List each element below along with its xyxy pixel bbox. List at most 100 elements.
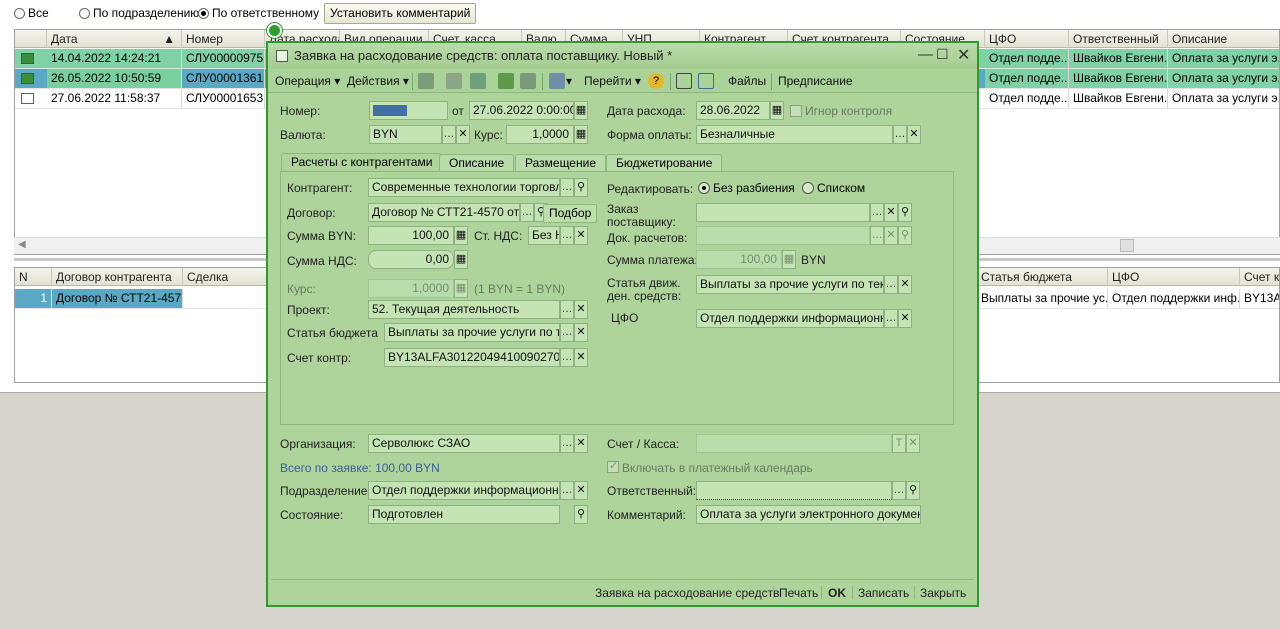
print-button[interactable]: Печать <box>779 586 818 600</box>
close-icon[interactable]: ✕ <box>957 45 970 65</box>
help-icon[interactable]: ? <box>648 73 664 89</box>
calendar-icon[interactable]: ▦ <box>770 101 784 120</box>
cfo-field[interactable]: Отдел поддержки информационных <box>696 309 884 328</box>
expense-date-field[interactable]: 28.06.2022 <box>696 101 770 120</box>
select-button[interactable]: … <box>870 203 884 222</box>
contract-field[interactable]: Договор № СТТ21-4570 от <box>368 203 520 222</box>
responsible-field[interactable] <box>696 481 892 500</box>
select-button[interactable]: … <box>884 275 898 294</box>
search-icon[interactable]: ⚲ <box>906 481 920 500</box>
select-button[interactable]: … <box>560 226 574 245</box>
search-icon[interactable]: ⚲ <box>898 203 912 222</box>
comment-field[interactable]: Оплата за услуги электронного документо <box>696 505 921 524</box>
filter-all-radio[interactable]: Все <box>14 6 49 20</box>
copy-icon[interactable] <box>470 73 486 89</box>
subdivision-field[interactable]: Отдел поддержки информационных <box>368 481 560 500</box>
col-date[interactable]: Дата ▲ <box>47 30 182 48</box>
rate-field[interactable]: 1,0000 <box>506 125 574 144</box>
select-button[interactable]: … <box>560 178 574 197</box>
prescription-button[interactable]: Предписание <box>778 74 853 88</box>
minimize-icon[interactable]: — <box>918 46 933 63</box>
post-doc-icon[interactable] <box>446 73 462 89</box>
filter-subdivision-radio[interactable]: По подразделению <box>79 6 199 20</box>
col-number[interactable]: Номер <box>182 30 265 48</box>
select-button[interactable]: … <box>560 323 574 342</box>
upload-icon[interactable] <box>498 73 514 89</box>
counterparty-field[interactable]: Современные технологии торговли <box>368 178 560 197</box>
col-cfo[interactable]: ЦФО <box>985 30 1069 48</box>
col-responsible[interactable]: Ответственный <box>1069 30 1168 48</box>
project-field[interactable]: 52. Текущая деятельность <box>368 300 560 319</box>
fill-dropdown-icon[interactable]: ▾ <box>566 74 572 88</box>
clear-icon[interactable]: ✕ <box>898 275 912 294</box>
calculator-icon[interactable]: ▦ <box>574 125 588 144</box>
currency-field[interactable]: BYN <box>369 125 442 144</box>
maximize-icon[interactable]: ☐ <box>936 46 949 63</box>
list-icon[interactable] <box>676 73 692 89</box>
select-button[interactable]: … <box>892 481 906 500</box>
include-calendar-checkbox[interactable]: ✓ <box>607 460 619 473</box>
request-print-button[interactable]: Заявка на расходование средств <box>595 586 779 600</box>
col-n[interactable]: N <box>15 268 52 286</box>
budget-item-field[interactable]: Выплаты за прочие услуги по тек <box>384 323 560 342</box>
save-doc-icon[interactable] <box>418 73 434 89</box>
clear-icon[interactable]: ✕ <box>574 348 588 367</box>
payment-form-field[interactable]: Безналичные <box>696 125 893 144</box>
calculator-icon[interactable]: ▦ <box>454 226 468 245</box>
clear-icon[interactable]: ✕ <box>574 300 588 319</box>
calculator-icon[interactable]: ▦ <box>454 250 468 269</box>
files-button[interactable]: Файлы <box>728 74 766 88</box>
select-button[interactable]: … <box>560 300 574 319</box>
select-button[interactable]: … <box>893 125 907 144</box>
col-budget-item[interactable]: Статья бюджета <box>977 268 1108 286</box>
col-cfo[interactable]: ЦФО <box>1108 268 1240 286</box>
scroll-left-icon[interactable]: ◀ <box>18 239 26 250</box>
search-icon[interactable]: ⚲ <box>574 505 588 524</box>
col-contract[interactable]: Договор контрагента <box>52 268 183 286</box>
set-comment-button[interactable]: Установить комментарий <box>324 3 477 24</box>
tab-description[interactable]: Описание <box>439 154 515 172</box>
actions-menu[interactable]: Действия ▾ <box>347 74 409 88</box>
select-button[interactable]: … <box>560 481 574 500</box>
by-list-radio[interactable]: Списком <box>802 181 865 195</box>
select-button[interactable]: … <box>560 348 574 367</box>
close-button[interactable]: Закрыть <box>920 586 966 600</box>
operation-menu[interactable]: Операция ▾ <box>275 74 340 88</box>
clear-icon[interactable]: ✕ <box>574 226 588 245</box>
goto-menu[interactable]: Перейти ▾ <box>584 74 641 88</box>
clear-icon[interactable]: ✕ <box>907 125 921 144</box>
save-button[interactable]: Записать <box>858 586 909 600</box>
cash-flow-field[interactable]: Выплаты за прочие услуги по тек. д <box>696 275 884 294</box>
pick-button[interactable]: Подбор <box>543 204 598 223</box>
tab-placement[interactable]: Размещение <box>515 154 606 172</box>
select-button[interactable]: … <box>560 434 574 453</box>
clear-icon[interactable]: ✕ <box>456 125 470 144</box>
organization-field[interactable]: Серволюкс СЗАО <box>368 434 560 453</box>
calendar-icon[interactable]: ▦ <box>574 101 588 120</box>
col-description[interactable]: Описание <box>1168 30 1279 48</box>
number-field[interactable] <box>369 101 448 120</box>
search-icon[interactable]: ⚲ <box>574 178 588 197</box>
select-button[interactable]: … <box>442 125 456 144</box>
fill-icon[interactable] <box>549 73 565 89</box>
vat-sum-field[interactable]: 0,00 <box>368 250 454 269</box>
clear-icon[interactable]: ✕ <box>884 203 898 222</box>
ignore-control-checkbox[interactable] <box>790 105 802 117</box>
vat-rate-field[interactable]: Без НДС <box>528 226 560 245</box>
tab-budgeting[interactable]: Бюджетирование <box>606 154 723 172</box>
clear-icon[interactable]: ✕ <box>898 309 912 328</box>
ok-button[interactable]: OK <box>828 586 846 600</box>
sum-field[interactable]: 100,00 <box>368 226 454 245</box>
doc-date-field[interactable]: 27.06.2022 0:00:00 <box>469 101 574 120</box>
structure-icon[interactable] <box>520 73 536 89</box>
scroll-thumb[interactable] <box>1120 239 1134 252</box>
order-field[interactable] <box>696 203 870 222</box>
clear-icon[interactable]: ✕ <box>574 481 588 500</box>
pin-icon[interactable] <box>267 23 282 38</box>
col-account[interactable]: Счет ко... <box>1240 268 1279 286</box>
account-field[interactable]: BY13ALFA30122049410090270000 <box>384 348 560 367</box>
clear-icon[interactable]: ✕ <box>574 434 588 453</box>
clear-icon[interactable]: ✕ <box>574 323 588 342</box>
state-field[interactable]: Подготовлен <box>368 505 560 524</box>
select-button[interactable]: … <box>884 309 898 328</box>
